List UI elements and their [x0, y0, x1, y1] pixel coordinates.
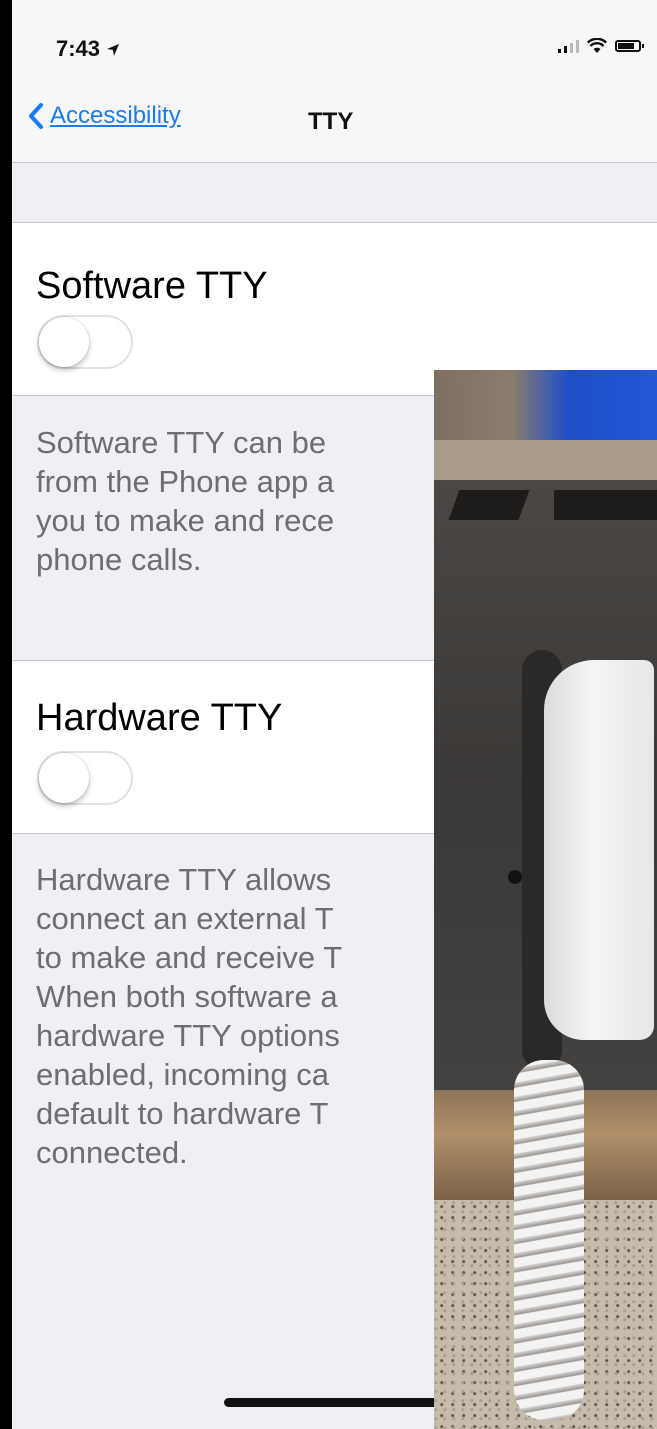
software-tty-label: Software TTY	[36, 265, 268, 307]
phone-handset	[544, 660, 654, 1040]
hardware-tty-toggle[interactable]	[37, 751, 133, 805]
wifi-icon	[587, 38, 607, 53]
back-button[interactable]: Accessibility	[28, 102, 181, 130]
photo-shadow	[554, 490, 657, 520]
battery-icon	[615, 40, 644, 52]
location-arrow-icon	[107, 44, 120, 56]
toggle-knob	[39, 753, 89, 803]
status-bar: 7:43	[12, 0, 657, 80]
toggle-knob	[39, 317, 89, 367]
photo-wall-hole	[508, 870, 522, 884]
hardware-tty-label: Hardware TTY	[36, 697, 283, 739]
software-tty-toggle[interactable]	[37, 315, 133, 369]
photo-frame-edge	[434, 440, 657, 480]
time-label: 7:43	[56, 36, 101, 61]
wall-phone-photo	[434, 370, 657, 1429]
coiled-cord	[514, 1060, 584, 1420]
cellular-signal-icon	[558, 39, 579, 53]
navigation-bar: Accessibility TTY	[12, 80, 657, 163]
back-button-label: Accessibility	[50, 102, 181, 129]
status-time: 7:43	[56, 36, 120, 62]
chevron-left-icon	[29, 103, 43, 129]
photo-shadow	[448, 490, 530, 520]
status-icons	[558, 38, 644, 54]
page-title: TTY	[308, 108, 354, 135]
